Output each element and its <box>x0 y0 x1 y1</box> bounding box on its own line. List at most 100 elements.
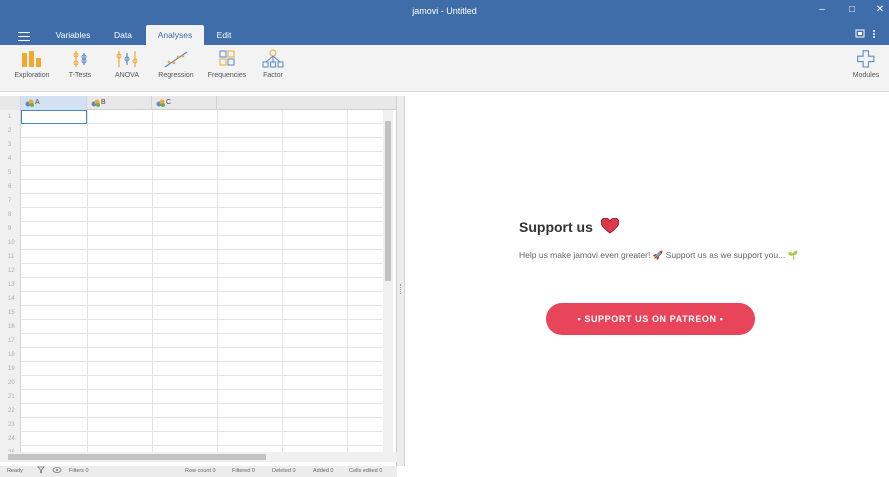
regression-icon <box>164 51 188 68</box>
row-number[interactable]: 2 <box>0 124 21 138</box>
row-number[interactable]: 9 <box>0 222 21 236</box>
eye-icon[interactable] <box>52 466 62 477</box>
row-number[interactable]: 7 <box>0 194 21 208</box>
ribbon-label: Frequencies <box>207 72 247 79</box>
tab-variables[interactable]: Variables <box>50 25 96 45</box>
row-number[interactable]: 6 <box>0 180 21 194</box>
status-bar: Ready Filters 0 Row count 0 Filtered 0 D… <box>0 466 397 477</box>
ribbon-label: Regression <box>158 72 194 79</box>
grid-line <box>21 347 383 348</box>
ttests-button[interactable]: T-Tests <box>62 49 98 79</box>
status-filtered: Filtered 0 <box>232 468 255 474</box>
modules-label: Modules <box>852 72 880 79</box>
variable-type-icon <box>25 99 34 107</box>
ttests-icon <box>73 51 87 67</box>
grid-line <box>347 110 348 460</box>
horizontal-scrollbar[interactable] <box>0 452 397 462</box>
row-number[interactable]: 20 <box>0 376 21 390</box>
row-number[interactable]: 5 <box>0 166 21 180</box>
row-number[interactable]: 21 <box>0 390 21 404</box>
top-right-tools <box>855 29 879 41</box>
row-number[interactable]: 24 <box>0 432 21 446</box>
grid-line <box>21 431 383 432</box>
row-number[interactable]: 14 <box>0 292 21 306</box>
ribbon-label: ANOVA <box>115 72 139 79</box>
vertical-scrollbar[interactable] <box>383 110 393 460</box>
support-heading: Support us <box>519 217 620 235</box>
variable-type-icon <box>156 99 165 107</box>
tab-data[interactable]: Data <box>106 25 140 45</box>
title-bar: jamovi - Untitled – □ ✕ Variables Data A… <box>0 0 889 45</box>
grid-line <box>152 110 153 460</box>
corner-cell[interactable] <box>0 96 21 110</box>
grid-line <box>21 277 383 278</box>
exploration-button[interactable]: Exploration <box>10 49 54 79</box>
anova-icon <box>116 51 138 67</box>
row-number[interactable]: 22 <box>0 404 21 418</box>
row-number[interactable]: 23 <box>0 418 21 432</box>
vertical-scroll-thumb[interactable] <box>385 121 391 281</box>
row-number[interactable]: 1 <box>0 110 21 124</box>
grid-line <box>282 110 283 460</box>
grid-line <box>21 137 383 138</box>
grid-line <box>21 319 383 320</box>
spreadsheet: A B C 1 2 3 4 5 6 7 8 9 10 11 12 13 14 15 16 17 18 19 20 21 2… <box>0 96 397 466</box>
status-ready: Ready <box>7 468 23 474</box>
more-options-icon[interactable] <box>855 29 879 39</box>
grid-line <box>21 263 383 264</box>
row-number[interactable]: 17 <box>0 334 21 348</box>
regression-button[interactable]: Regression <box>154 49 198 79</box>
ribbon-label: T-Tests <box>68 72 92 79</box>
row-number[interactable]: 19 <box>0 362 21 376</box>
frequencies-button[interactable]: Frequencies <box>203 49 251 79</box>
column-header-c[interactable]: C <box>152 96 217 110</box>
filter-icon[interactable] <box>37 466 45 477</box>
tab-analyses[interactable]: Analyses <box>146 25 204 45</box>
column-header-b[interactable]: B <box>87 96 152 110</box>
row-number[interactable]: 4 <box>0 152 21 166</box>
horizontal-scroll-thumb[interactable] <box>8 454 266 460</box>
analyses-ribbon: Exploration T-Tests ANOVA Regression Fre… <box>0 45 889 92</box>
variable-type-icon <box>91 99 100 107</box>
grid-line <box>21 151 383 152</box>
grid-line <box>21 235 383 236</box>
grid-line <box>21 207 383 208</box>
column-header-a[interactable]: A <box>21 96 87 110</box>
grid-line <box>21 179 383 180</box>
row-number[interactable]: 11 <box>0 250 21 264</box>
row-number[interactable]: 8 <box>0 208 21 222</box>
grid-line <box>21 249 383 250</box>
row-number[interactable]: 15 <box>0 306 21 320</box>
row-number[interactable]: 10 <box>0 236 21 250</box>
grid-line <box>21 361 383 362</box>
maximize-button[interactable]: □ <box>845 4 859 16</box>
plus-icon <box>857 50 875 68</box>
tab-edit[interactable]: Edit <box>208 25 240 45</box>
column-header-row: A B C <box>0 96 396 110</box>
minimize-button[interactable]: – <box>815 4 829 16</box>
grid-line <box>87 110 88 460</box>
panel-splitter[interactable] <box>397 96 405 466</box>
selected-cell[interactable] <box>21 110 87 124</box>
support-patreon-button[interactable]: • SUPPORT US ON PATREON • <box>546 303 755 335</box>
row-number[interactable]: 16 <box>0 320 21 334</box>
grid-line <box>21 291 383 292</box>
anova-button[interactable]: ANOVA <box>107 49 147 79</box>
ribbon-label: Factor <box>263 72 283 79</box>
modules-button[interactable]: Modules <box>848 49 884 79</box>
factor-button[interactable]: Factor <box>258 49 288 79</box>
row-number[interactable]: 13 <box>0 278 21 292</box>
grid-line <box>21 305 383 306</box>
row-number[interactable]: 18 <box>0 348 21 362</box>
row-number[interactable]: 3 <box>0 138 21 152</box>
support-message: Help us make jamovi even greater! 🚀 Supp… <box>519 250 799 260</box>
row-number[interactable]: 12 <box>0 264 21 278</box>
status-cells-edited: Cells edited 0 <box>349 468 383 474</box>
grid-line <box>21 389 383 390</box>
grid-line <box>21 417 383 418</box>
close-button[interactable]: ✕ <box>873 4 887 16</box>
main-menu-icon[interactable] <box>18 32 30 41</box>
grid-line <box>21 333 383 334</box>
grid-line <box>21 445 383 446</box>
grid-line <box>21 375 383 376</box>
